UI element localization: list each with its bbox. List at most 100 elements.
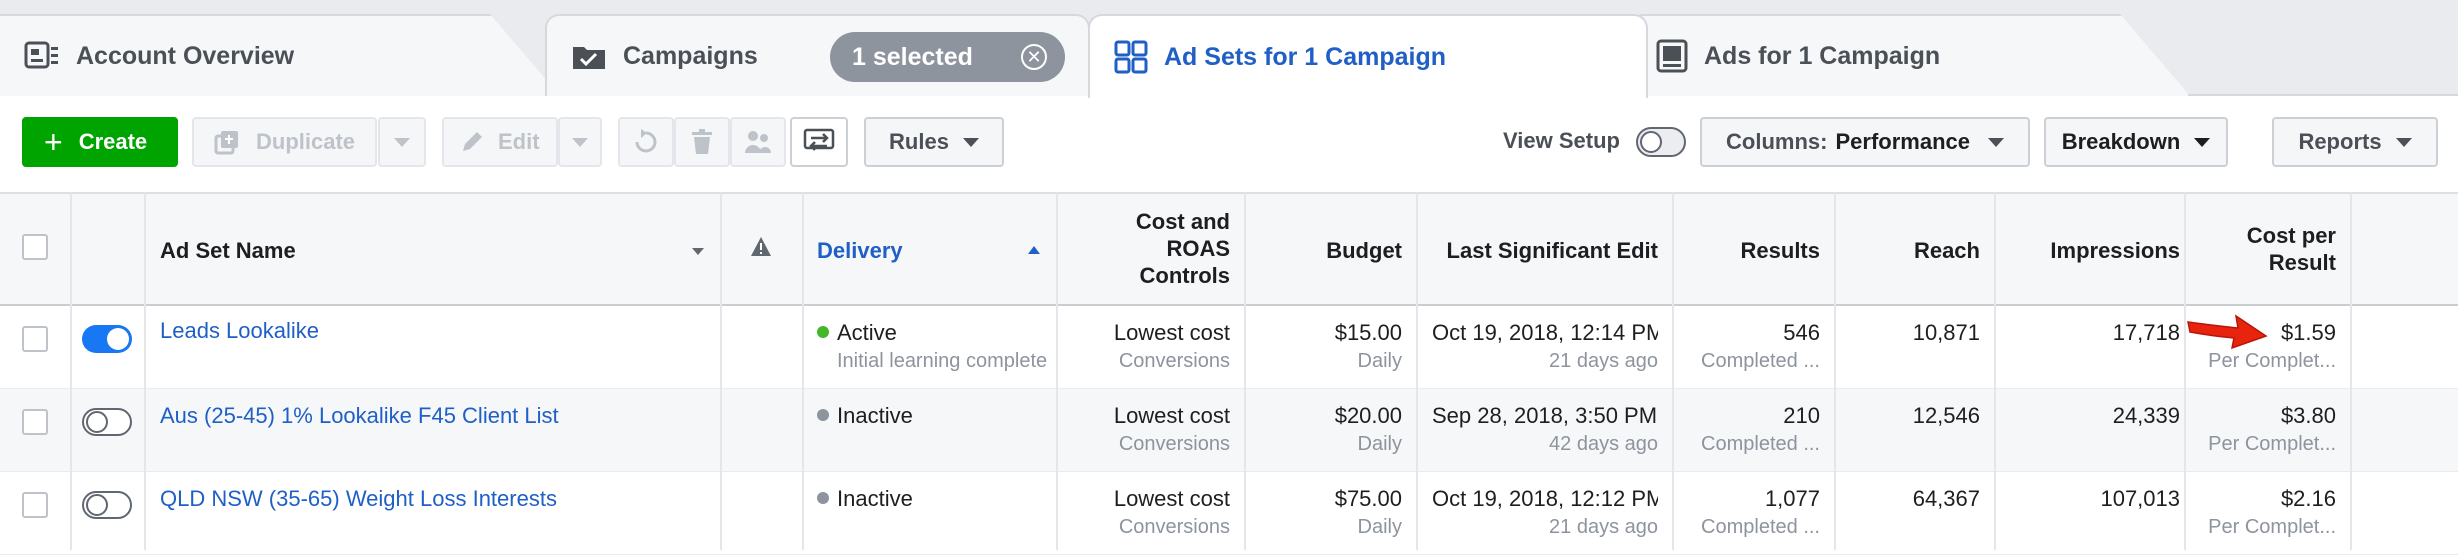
impressions-value: 24,339 [2112,403,2180,428]
table-row[interactable]: QLD NSW (35-65) Weight Loss Interests In… [0,472,2458,555]
reach-value: 64,367 [1912,486,1980,511]
header-cost-controls[interactable]: Cost and ROAS Controls [1060,208,1230,289]
ad-set-name-link[interactable]: Aus (25-45) 1% Lookalike F45 Client List [160,403,559,429]
audience-button[interactable] [730,117,786,167]
table-row[interactable]: Aus (25-45) 1% Lookalike F45 Client List… [0,389,2458,472]
column-divider[interactable] [1672,192,1674,550]
column-divider[interactable] [2184,192,2186,550]
header-last-edit[interactable]: Last Significant Edit [1420,237,1658,264]
column-divider[interactable] [720,192,722,550]
ad-set-toggle[interactable] [82,491,132,519]
last-edit-cell: Sep 28, 2018, 3:50 PM 42 days ago [1420,403,1658,456]
header-delivery[interactable]: Delivery [817,237,903,264]
results-cell: 1,077 Completed ... [1680,486,1820,539]
ad-set-toggle[interactable] [82,408,132,436]
column-divider[interactable] [2350,192,2352,550]
select-all-checkbox[interactable] [22,234,48,260]
bid-strategy-sub: Conversions [1118,350,1230,372]
cost-per-result-cell: $1.59 Per Complet... [2200,320,2336,373]
chevron-down-icon [572,137,588,147]
ad-preview-icon [1656,39,1688,73]
duplicate-button-label: Duplicate [256,129,356,154]
selected-count-label: 1 selected [852,42,973,71]
duplicate-button[interactable]: Duplicate [192,117,377,167]
tab-ad-sets[interactable]: Ad Sets for 1 Campaign [1088,14,1648,98]
ad-set-name-link[interactable]: QLD NSW (35-65) Weight Loss Interests [160,486,557,512]
impressions-value: 107,013 [2100,486,2180,511]
clear-selection-icon[interactable]: ✕ [1021,44,1047,70]
tab-account-overview[interactable]: Account Overview [0,14,560,96]
last-edit-ago: 42 days ago [1549,433,1658,455]
results-type: Completed ... [1701,350,1820,372]
ad-set-name-link[interactable]: Leads Lookalike [160,318,319,344]
columns-button[interactable]: Columns: Performance [1700,117,2030,167]
selected-count-badge[interactable]: 1 selected ✕ [830,32,1065,82]
view-setup-toggle[interactable] [1636,127,1686,157]
cost-per-result-value: $1.59 [2280,320,2336,345]
rules-button[interactable]: Rules [864,117,1004,167]
columns-label: Columns: [1726,129,1828,154]
columns-value: Performance [1835,129,1970,154]
budget-cell[interactable]: $75.00 Daily [1250,486,1402,539]
row-checkbox[interactable] [22,409,48,435]
bid-strategy-text: Lowest cost [1113,320,1230,345]
bid-strategy: Lowest cost Conversions [1060,320,1230,373]
delivery-status: Active Initial learning complete [817,320,1057,373]
last-edit-ago: 21 days ago [1549,350,1658,372]
column-divider[interactable] [1994,192,1996,550]
header-impressions[interactable]: Impressions [2000,237,2180,264]
last-edit-date: Oct 19, 2018, 12:14 PM [1432,320,1658,345]
ad-set-toggle[interactable] [82,325,132,353]
edit-button-label: Edit [498,129,540,154]
revert-icon [635,129,657,153]
table-header: Ad Set Name Delivery Cost and ROAS Contr… [0,192,2458,306]
grid-icon [1114,40,1148,74]
cost-per-result-type: Per Complet... [2208,433,2336,455]
tab-campaigns[interactable]: Campaigns 1 selected ✕ [545,14,1090,96]
cost-per-result-type: Per Complet... [2208,516,2336,538]
budget-cell[interactable]: $15.00 Daily [1250,320,1402,373]
revert-button[interactable] [618,117,674,167]
compare-button[interactable] [790,117,848,167]
breakdown-button[interactable]: Breakdown [2044,117,2228,167]
sort-dropdown-icon[interactable] [692,248,704,255]
column-divider[interactable] [1834,192,1836,550]
column-divider[interactable] [1056,192,1058,550]
bid-strategy: Lowest cost Conversions [1060,403,1230,456]
header-cost-per-result[interactable]: Cost per Result [2200,222,2336,276]
duplicate-dropdown-button[interactable] [378,117,426,167]
tab-ads[interactable]: Ads for 1 Campaign [1630,14,2190,96]
cost-per-result-cell: $2.16 Per Complet... [2200,486,2336,539]
column-divider[interactable] [1244,192,1246,550]
table-row[interactable]: Leads Lookalike Active Initial learning … [0,306,2458,389]
column-divider[interactable] [802,192,804,550]
toolbar: + Create Duplicate Edit Rules View Setup… [0,96,2458,192]
row-checkbox[interactable] [22,492,48,518]
edit-dropdown-button[interactable] [558,117,602,167]
header-ad-set-name[interactable]: Ad Set Name [160,237,296,264]
delivery-status-text: Inactive [837,403,913,428]
budget-type: Daily [1357,350,1402,372]
header-budget[interactable]: Budget [1250,237,1402,264]
header-cpr-line2: Result [2268,250,2336,275]
budget-cell[interactable]: $20.00 Daily [1250,403,1402,456]
sort-ascending-icon[interactable] [1028,246,1040,254]
bid-strategy-text: Lowest cost [1113,403,1230,428]
delivery-status: Inactive [817,403,1057,429]
column-divider[interactable] [1416,192,1418,550]
header-cpr-line1: Cost per [2246,223,2336,248]
header-reach[interactable]: Reach [1840,237,1980,264]
edit-button[interactable]: Edit [442,117,558,167]
tab-ad-sets-label: Ad Sets for 1 Campaign [1164,42,1446,71]
delete-button[interactable] [674,117,730,167]
tab-strip: Account Overview Campaigns 1 selected ✕ … [0,0,2458,98]
row-checkbox[interactable] [22,326,48,352]
header-results[interactable]: Results [1680,237,1820,264]
status-inactive-dot [817,492,829,504]
account-overview-icon [24,41,60,71]
create-button[interactable]: + Create [22,117,178,167]
reports-button[interactable]: Reports [2272,117,2438,167]
status-active-dot [817,326,829,338]
results-cell: 210 Completed ... [1680,403,1820,456]
delivery-status-sub: Initial learning complete [837,350,1048,372]
